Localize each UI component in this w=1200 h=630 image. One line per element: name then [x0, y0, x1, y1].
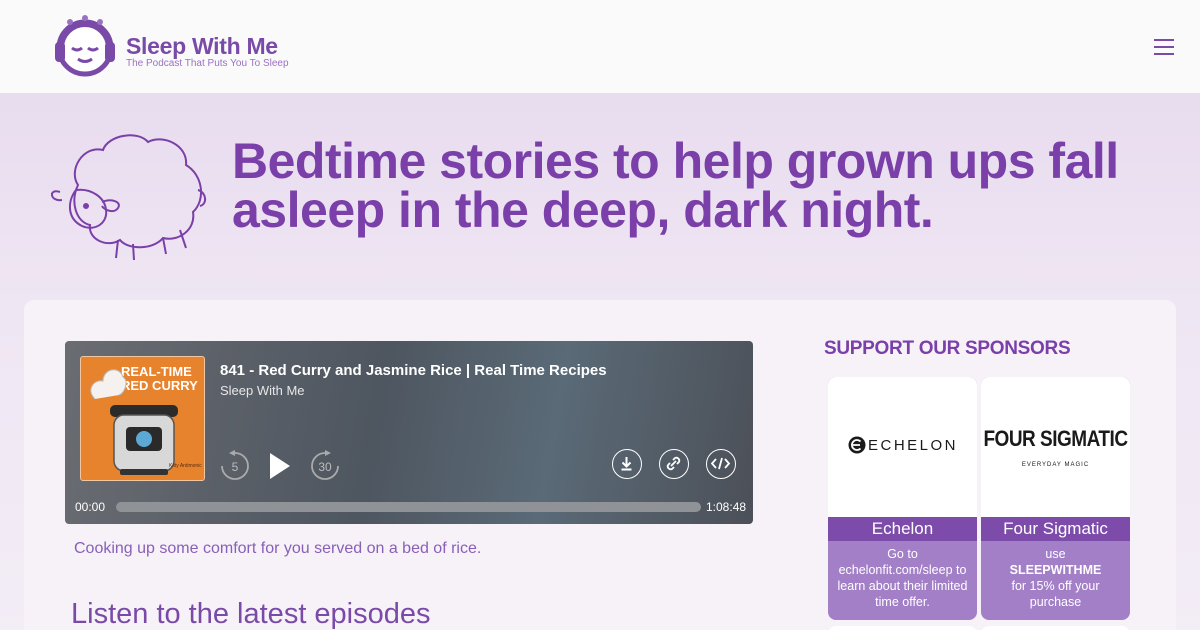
logo-tagline: The Podcast That Puts You To Sleep	[126, 58, 289, 69]
progress-bar[interactable]	[116, 502, 701, 512]
code-icon	[710, 457, 731, 470]
echelon-logo-icon	[848, 436, 866, 454]
four-sigmatic-logo-sub: EVERYDAY MAGIC	[1021, 462, 1090, 468]
episode-title[interactable]: 841 - Red Curry and Jasmine Rice | Real …	[220, 362, 607, 379]
download-button[interactable]	[612, 449, 642, 479]
offer-code: SLEEPWITHME	[1009, 563, 1102, 577]
offer-pre: use	[1045, 547, 1066, 561]
episode-cover[interactable]: REAL-TIME RED CURRY Kitty Antimonic	[80, 356, 205, 481]
time-current: 00:00	[75, 500, 106, 514]
sponsor-card-four-sigmatic[interactable]: FOUR SIGMATIC EVERYDAY MAGIC Four Sigmat…	[981, 377, 1130, 620]
sponsor-card-next[interactable]	[981, 626, 1130, 630]
sponsors-title: SUPPORT OUR SPONSORS	[824, 338, 1071, 359]
show-name[interactable]: Sleep With Me	[220, 383, 305, 398]
four-sigmatic-logo-text: FOUR SIGMATIC	[983, 427, 1128, 452]
rewind-seconds: 5	[232, 460, 239, 474]
sponsor-card-next[interactable]	[828, 626, 977, 630]
logo-name[interactable]: Sleep With Me	[126, 33, 278, 60]
share-link-button[interactable]	[659, 449, 689, 479]
forward-seconds: 30	[318, 460, 332, 474]
hamburger-icon[interactable]	[1154, 39, 1176, 57]
episode-description: Cooking up some comfort for you served o…	[74, 540, 482, 557]
cover-signature: Kitty Antimonic	[169, 463, 202, 469]
echelon-logo-text: ECHELON	[868, 436, 959, 454]
sponsor-offer: Go to echelonfit.com/sleep to learn abou…	[837, 547, 968, 609]
sponsor-name: Echelon	[828, 517, 977, 541]
cover-title: REAL-TIME RED CURRY	[121, 364, 198, 393]
embed-button[interactable]	[706, 449, 736, 479]
offer-post: for 15% off your purchase	[1011, 579, 1100, 609]
sponsor-logo-area: ECHELON	[828, 377, 977, 517]
sheep-icon	[51, 134, 206, 261]
sponsor-name: Four Sigmatic	[981, 517, 1130, 541]
sponsor-card-echelon[interactable]: ECHELON Echelon Go to echelonfit.com/sle…	[828, 377, 977, 620]
time-total: 1:08:48	[706, 500, 747, 514]
hero-headline: Bedtime stories to help grown ups fall a…	[232, 133, 1119, 238]
rewind-icon[interactable]: 5	[218, 450, 252, 482]
forward-icon[interactable]: 30	[308, 450, 342, 482]
latest-episodes-heading: Listen to the latest episodes	[71, 598, 431, 630]
sponsor-logo-area: FOUR SIGMATIC EVERYDAY MAGIC	[981, 377, 1130, 517]
link-icon	[666, 456, 681, 471]
download-icon	[621, 457, 632, 471]
play-icon[interactable]	[268, 451, 292, 481]
site-header: Sleep With Me The Podcast That Puts You …	[0, 0, 1200, 93]
sponsor-offer: use SLEEPWITHME for 15% off your purchas…	[985, 546, 1126, 610]
